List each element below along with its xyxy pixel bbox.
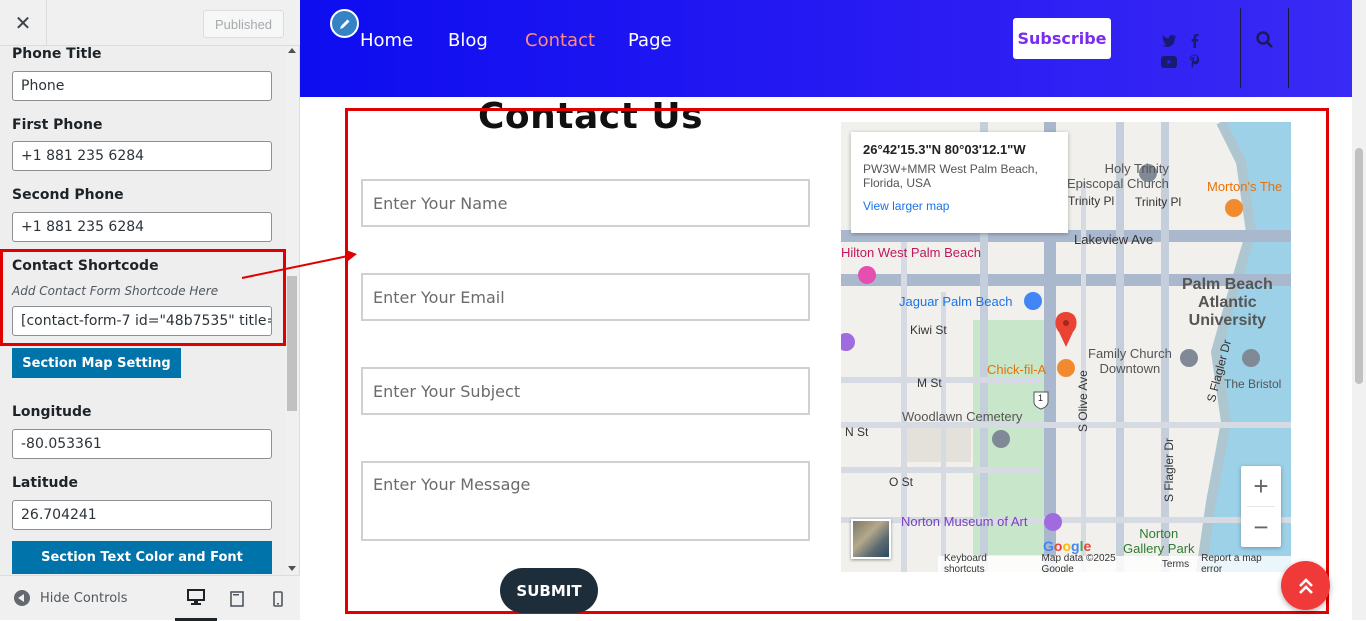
- map-label: Jaguar Palm Beach: [899, 294, 1013, 309]
- email-input[interactable]: Enter Your Email: [361, 273, 810, 321]
- twitter-icon[interactable]: [1161, 32, 1177, 48]
- map-label: Lakeview Ave: [1074, 232, 1154, 247]
- map-label: Holy Trinity Episcopal Church: [1067, 161, 1169, 191]
- map-label: Kiwi St: [910, 323, 947, 337]
- tablet-preview-icon[interactable]: [216, 576, 258, 621]
- google-logo: Google: [1043, 538, 1092, 554]
- map-label: Norton Gallery Park: [1123, 526, 1195, 556]
- map-coordinates: 26°42'15.3"N 80°03'12.1"W: [863, 142, 1026, 157]
- hide-controls-label: Hide Controls: [40, 590, 128, 606]
- pinterest-icon[interactable]: [1186, 53, 1202, 69]
- map-label: Trinity Pl: [1068, 194, 1115, 208]
- nav-home[interactable]: Home: [360, 30, 413, 51]
- scroll-up-arrow-icon[interactable]: [288, 48, 296, 53]
- first-phone-label: First Phone: [12, 117, 103, 133]
- submit-button[interactable]: SUBMIT: [500, 568, 598, 613]
- hide-controls-button[interactable]: Hide Controls: [14, 590, 128, 606]
- map-label: Family Church Downtown: [1088, 346, 1172, 376]
- map-label: S Flagler Dr: [1162, 437, 1176, 502]
- keyboard-shortcuts-link[interactable]: Keyboard shortcuts: [944, 553, 1030, 572]
- facebook-icon[interactable]: [1186, 32, 1202, 48]
- terms-link[interactable]: Terms: [1162, 559, 1189, 570]
- phone-title-input[interactable]: Phone: [12, 71, 272, 101]
- nav-page[interactable]: Page: [628, 30, 672, 51]
- phone-title-label: Phone Title: [12, 46, 102, 62]
- name-input[interactable]: Enter Your Name: [361, 179, 810, 227]
- published-button[interactable]: Published: [203, 10, 284, 38]
- map-label: Trinity Pl: [1135, 195, 1182, 209]
- nav-contact[interactable]: Contact: [525, 30, 595, 51]
- sidebar-scrollbar-thumb[interactable]: [287, 276, 297, 411]
- map-footer: Keyboard shortcuts Map data ©2025 Google…: [938, 553, 1291, 572]
- zoom-out-button[interactable]: −: [1241, 507, 1281, 547]
- subject-input[interactable]: Enter Your Subject: [361, 367, 810, 415]
- scroll-down-arrow-icon[interactable]: [288, 566, 296, 571]
- desktop-preview-icon[interactable]: [175, 576, 217, 621]
- latitude-input[interactable]: 26.704241: [12, 500, 272, 530]
- header-divider: [1288, 8, 1289, 88]
- section-map-setting-button[interactable]: Section Map Setting: [12, 348, 181, 378]
- site-header: Home Blog Contact Page Subscribe: [300, 0, 1352, 97]
- double-chevron-up-icon: [1298, 577, 1313, 594]
- customizer-footer: Hide Controls: [0, 575, 300, 621]
- sidebar-scrollbar[interactable]: [285, 46, 299, 574]
- first-phone-input[interactable]: +1 881 235 6284: [12, 141, 272, 171]
- edit-pencil-icon[interactable]: [330, 9, 359, 38]
- second-phone-input[interactable]: +1 881 235 6284: [12, 212, 272, 242]
- map-label: O St: [889, 475, 914, 489]
- map-address-line: PW3W+MMR West Palm Beach,: [863, 162, 1038, 176]
- map-label: M St: [917, 376, 942, 390]
- collapse-arrow-icon: [14, 590, 30, 606]
- zoom-in-button[interactable]: +: [1241, 466, 1281, 506]
- report-map-error-link[interactable]: Report a map error: [1201, 553, 1285, 572]
- map-label: Palm Beach Atlantic University: [1182, 276, 1273, 329]
- search-icon[interactable]: [1253, 28, 1277, 52]
- route-shield-label: 1: [1038, 393, 1044, 403]
- map-address: PW3W+MMR West Palm Beach, Florida, USA: [863, 162, 1056, 190]
- message-textarea[interactable]: Enter Your Message: [361, 461, 810, 541]
- longitude-input[interactable]: -80.053361: [12, 429, 272, 459]
- map-zoom-control: + −: [1241, 466, 1281, 547]
- mobile-preview-icon[interactable]: [257, 576, 299, 621]
- preview-scrollbar[interactable]: [1352, 0, 1366, 620]
- longitude-label: Longitude: [12, 404, 92, 420]
- map-label: N St: [845, 425, 869, 439]
- map-address-line: Florida, USA: [863, 176, 932, 190]
- preview-scrollbar-thumb[interactable]: [1355, 148, 1363, 384]
- header-divider: [1240, 8, 1241, 88]
- map-label: Woodlawn Cemetery: [902, 409, 1023, 424]
- map-label: Morton's The: [1207, 179, 1283, 194]
- scroll-to-top-button[interactable]: [1281, 561, 1330, 610]
- nav-blog[interactable]: Blog: [448, 30, 488, 51]
- shortcode-highlight-box: [0, 249, 286, 346]
- customizer-header: ✕ Published: [0, 0, 300, 46]
- subscribe-button[interactable]: Subscribe: [1013, 18, 1111, 59]
- map-label: S Olive Ave: [1076, 370, 1090, 432]
- map-label: The Bristol: [1224, 377, 1282, 391]
- map-label: Hilton West Palm Beach: [841, 245, 981, 260]
- map-label: Chick-fil-A: [987, 362, 1047, 377]
- latitude-label: Latitude: [12, 475, 79, 491]
- google-map[interactable]: 26°42'15.3"N 80°03'12.1"W PW3W+MMR West …: [841, 122, 1291, 572]
- second-phone-label: Second Phone: [12, 187, 124, 203]
- map-data-text: Map data ©2025 Google: [1041, 553, 1116, 572]
- map-info-card: 26°42'15.3"N 80°03'12.1"W PW3W+MMR West …: [851, 132, 1068, 233]
- section-text-color-font-button[interactable]: Section Text Color and Font: [12, 541, 272, 574]
- youtube-icon[interactable]: [1161, 54, 1177, 70]
- map-label: Norton Museum of Art: [901, 514, 1028, 529]
- close-icon[interactable]: ✕: [0, 0, 47, 46]
- site-preview: Home Blog Contact Page Subscribe Contact…: [300, 0, 1352, 620]
- satellite-toggle[interactable]: [851, 519, 891, 559]
- view-larger-map-link[interactable]: View larger map: [863, 199, 1056, 213]
- customizer-sidebar: ✕ Published Phone Title Phone First Phon…: [0, 0, 300, 621]
